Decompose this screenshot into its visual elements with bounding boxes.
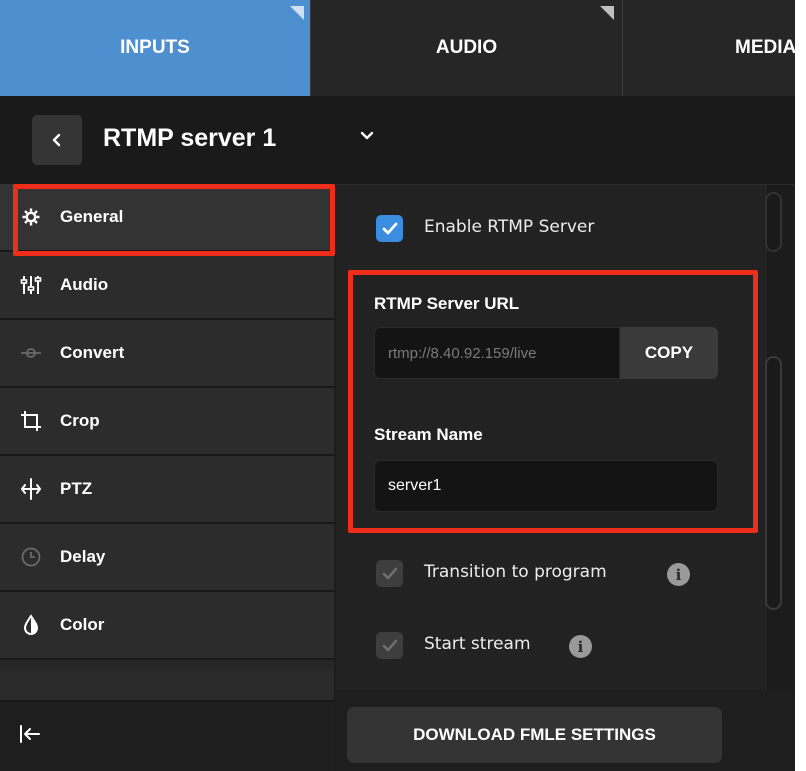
start-stream-label: Start stream: [424, 634, 531, 654]
sidebar-item-delay[interactable]: Delay: [0, 524, 334, 592]
scrollbar-cap: [765, 192, 782, 252]
collapse-sidebar-button[interactable]: [0, 702, 334, 771]
start-stream-checkbox[interactable]: [376, 632, 403, 659]
enable-rtmp-label: Enable RTMP Server: [424, 217, 595, 237]
input-title[interactable]: RTMP server 1: [103, 124, 276, 153]
color-drop-icon: [20, 614, 42, 636]
sidebar-item-audio[interactable]: Audio: [0, 252, 334, 320]
collapse-left-icon: [18, 723, 42, 750]
sidebar-item-label: Convert: [60, 343, 125, 362]
tab-corner-marker: [290, 6, 304, 20]
sidebar-item-label: Color: [60, 615, 105, 634]
sidebar-item-crop[interactable]: Crop: [0, 388, 334, 456]
tab-audio[interactable]: AUDIO: [310, 0, 623, 96]
tab-corner-marker: [600, 6, 614, 20]
crop-icon: [20, 410, 42, 432]
download-fmle-settings-button[interactable]: DOWNLOAD FMLE SETTINGS: [347, 707, 722, 763]
transition-label: Transition to program: [424, 562, 607, 582]
sidebar-item-label: Delay: [60, 547, 106, 566]
tab-inputs[interactable]: INPUTS: [0, 0, 310, 96]
checkmark-icon: [382, 222, 397, 234]
sidebar-item-ptz[interactable]: PTZ: [0, 456, 334, 524]
highlight-server-fields: [348, 270, 758, 533]
highlight-general: [13, 184, 335, 256]
checkmark-icon: [382, 639, 397, 651]
transition-checkbox[interactable]: [376, 560, 403, 587]
tab-inputs-label: INPUTS: [120, 37, 190, 58]
sidebar-item-label: Audio: [60, 275, 109, 294]
scrollbar-thumb[interactable]: [765, 356, 782, 610]
sidebar-item-convert[interactable]: Convert: [0, 320, 334, 388]
tab-media[interactable]: MEDIA: [623, 0, 795, 96]
settings-sidebar: General Audio Convert Crop PTZ Delay Col…: [0, 184, 334, 771]
convert-icon: [20, 342, 42, 364]
info-icon[interactable]: i: [569, 635, 592, 658]
tab-audio-label: AUDIO: [435, 37, 498, 58]
sidebar-spacer: [0, 670, 334, 702]
app-window: INPUTS AUDIO MEDIA RTMP server 1 General…: [0, 0, 795, 771]
chevron-left-icon: [52, 133, 61, 147]
back-button[interactable]: [32, 115, 82, 165]
clock-icon: [20, 546, 42, 568]
sidebar-item-label: Crop: [60, 411, 100, 430]
enable-rtmp-checkbox[interactable]: [376, 215, 403, 242]
input-header: RTMP server 1: [0, 96, 795, 185]
audio-mixer-icon: [20, 274, 42, 296]
sidebar-item-label: PTZ: [60, 479, 93, 498]
ptz-icon: [20, 478, 42, 500]
top-tab-bar: INPUTS AUDIO MEDIA: [0, 0, 795, 96]
checkmark-icon: [382, 567, 397, 579]
tab-media-label: MEDIA: [735, 37, 795, 58]
sidebar-item-color[interactable]: Color: [0, 592, 334, 660]
chevron-down-icon[interactable]: [359, 127, 375, 143]
info-icon[interactable]: i: [667, 563, 690, 586]
